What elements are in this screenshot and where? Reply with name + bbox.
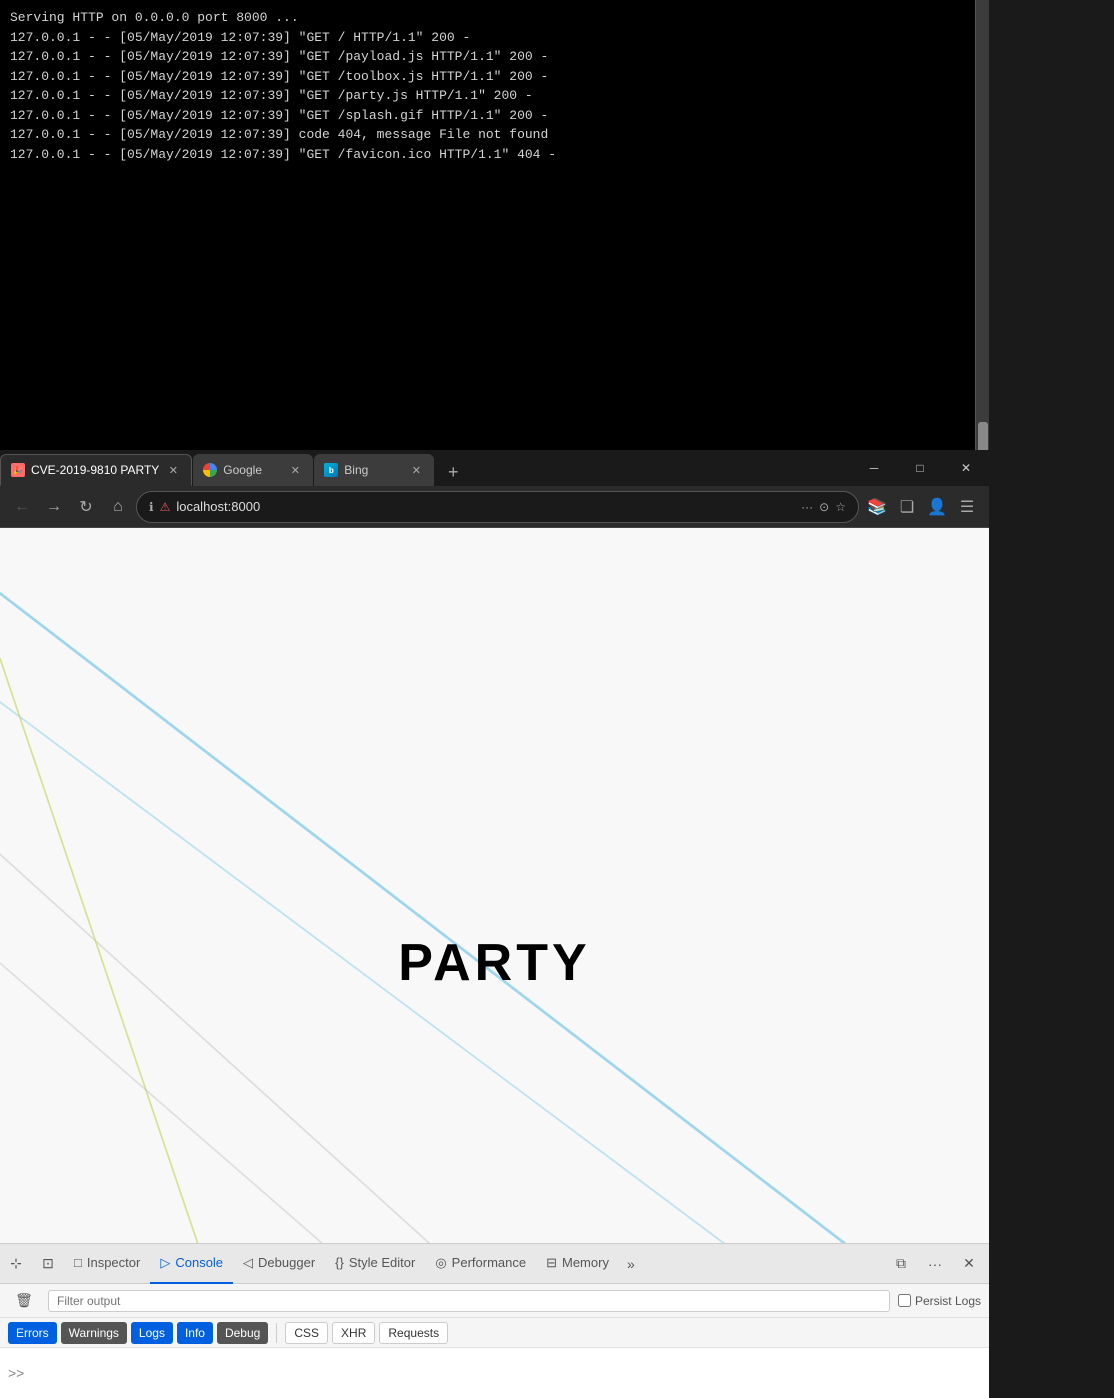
devtools-tab-inspector[interactable]: □ Inspector xyxy=(64,1244,150,1284)
filter-separator xyxy=(276,1323,277,1343)
maximize-button[interactable]: □ xyxy=(897,450,943,486)
tab-close[interactable]: ✕ xyxy=(408,462,424,478)
filter-btn-debug[interactable]: Debug xyxy=(217,1322,268,1344)
devtools-tab-icon-console: ▷ xyxy=(160,1255,170,1271)
close-button[interactable]: ✕ xyxy=(943,450,989,486)
devtools-tab-icon-memory: ⊟ xyxy=(546,1255,557,1271)
bookmark-icon: ☆ xyxy=(835,500,846,514)
tab-tab-google[interactable]: Google ✕ xyxy=(193,454,313,486)
devtools-options-button[interactable]: ··· xyxy=(919,1244,951,1284)
filter-btn2-requests[interactable]: Requests xyxy=(379,1322,448,1344)
menu-button[interactable]: ☰ xyxy=(953,493,981,521)
url-text: localhost:8000 xyxy=(176,499,795,514)
minimize-button[interactable]: ─ xyxy=(851,450,897,486)
console-prompt: >> xyxy=(8,1365,24,1381)
tab-bar: 🎉 CVE-2019-9810 PARTY ✕ Google ✕ b Bing … xyxy=(0,450,989,486)
address-bar[interactable]: ℹ ⚠ localhost:8000 ··· ⊙ ☆ xyxy=(136,491,859,523)
filter-btn2-xhr[interactable]: XHR xyxy=(332,1322,375,1344)
devtools-tab-label-style-editor: Style Editor xyxy=(349,1255,415,1270)
account-button[interactable]: 👤 xyxy=(923,493,951,521)
devtools: ⊹ ⊡ □ Inspector ▷ Console ◁ Debugger {} … xyxy=(0,1243,989,1398)
tab-title: CVE-2019-9810 PARTY xyxy=(31,463,159,477)
devtools-tab-console[interactable]: ▷ Console xyxy=(150,1244,233,1284)
tab-tab-bing[interactable]: b Bing ✕ xyxy=(314,454,434,486)
home-button[interactable]: ⌂ xyxy=(104,493,132,521)
sidebar-button[interactable]: ❏ xyxy=(893,493,921,521)
tab-close[interactable]: ✕ xyxy=(165,462,181,478)
devtools-tab-memory[interactable]: ⊟ Memory xyxy=(536,1244,619,1284)
filter-btn-logs[interactable]: Logs xyxy=(131,1322,173,1344)
devtools-copy-button[interactable]: ⧉ xyxy=(885,1244,917,1284)
devtools-tab-style-editor[interactable]: {} Style Editor xyxy=(325,1244,425,1284)
favicon-bing: b xyxy=(324,463,338,477)
back-button[interactable]: ← xyxy=(8,493,36,521)
devtools-actions: ⧉ ··· ✕ xyxy=(885,1244,989,1284)
responsive-button[interactable]: ⊡ xyxy=(32,1244,64,1284)
pocket-icon: ⊙ xyxy=(819,500,829,514)
persist-logs-label[interactable]: Persist Logs xyxy=(898,1294,981,1308)
console-toolbar: 🗑 Persist Logs xyxy=(0,1284,989,1318)
devtools-more-button[interactable]: » xyxy=(619,1244,643,1284)
more-icon: ··· xyxy=(801,500,813,514)
devtools-tab-icon-debugger: ◁ xyxy=(243,1255,253,1271)
devtools-tab-icon-performance: ◎ xyxy=(435,1255,446,1271)
tab-close[interactable]: ✕ xyxy=(287,462,303,478)
devtools-tab-label-performance: Performance xyxy=(452,1255,526,1270)
console-clear-button[interactable]: 🗑 xyxy=(8,1281,40,1321)
filter-btn-info[interactable]: Info xyxy=(177,1322,213,1344)
console-filters: ErrorsWarningsLogsInfoDebug CSSXHRReques… xyxy=(0,1318,989,1348)
devtools-tab-icon-style-editor: {} xyxy=(335,1255,344,1270)
forward-button[interactable]: → xyxy=(40,493,68,521)
filter-btn2-css[interactable]: CSS xyxy=(285,1322,328,1344)
filter-btn-errors[interactable]: Errors xyxy=(8,1322,57,1344)
devtools-tab-label-console: Console xyxy=(175,1255,223,1270)
window-controls: ─ □ ✕ xyxy=(851,450,989,486)
devtools-tab-label-inspector: Inspector xyxy=(87,1255,140,1270)
tab-title: Google xyxy=(223,463,281,477)
devtools-toolbar: ⊹ ⊡ □ Inspector ▷ Console ◁ Debugger {} … xyxy=(0,1244,989,1284)
devtools-close-button[interactable]: ✕ xyxy=(953,1244,985,1284)
new-tab-button[interactable]: + xyxy=(439,458,467,486)
tab-tab-party[interactable]: 🎉 CVE-2019-9810 PARTY ✕ xyxy=(0,454,192,486)
devtools-tab-debugger[interactable]: ◁ Debugger xyxy=(233,1244,325,1284)
library-button[interactable]: 📚 xyxy=(863,493,891,521)
devtools-tab-label-debugger: Debugger xyxy=(258,1255,315,1270)
devtools-tab-icon-inspector: □ xyxy=(74,1255,82,1270)
filter-btn-warnings[interactable]: Warnings xyxy=(61,1322,127,1344)
browser-window: 🎉 CVE-2019-9810 PARTY ✕ Google ✕ b Bing … xyxy=(0,450,989,1398)
refresh-button[interactable]: ↻ xyxy=(72,493,100,521)
devtools-tab-label-memory: Memory xyxy=(562,1255,609,1270)
security-icon: ⚠ xyxy=(160,500,171,514)
favicon-party: 🎉 xyxy=(11,463,25,477)
party-title: PARTY xyxy=(398,933,590,993)
terminal-scrollbar[interactable] xyxy=(975,0,989,450)
info-icon: ℹ xyxy=(149,500,154,514)
persist-logs-checkbox[interactable] xyxy=(898,1294,911,1307)
nav-right: 📚 ❏ 👤 ☰ xyxy=(863,493,981,521)
tab-title: Bing xyxy=(344,463,402,477)
devtools-tab-performance[interactable]: ◎ Performance xyxy=(425,1244,536,1284)
picker-button[interactable]: ⊹ xyxy=(0,1244,32,1284)
console-content[interactable]: >> xyxy=(0,1348,989,1398)
favicon-google xyxy=(203,463,217,477)
nav-bar: ← → ↻ ⌂ ℹ ⚠ localhost:8000 ··· ⊙ ☆ 📚 ❏ 👤… xyxy=(0,486,989,528)
terminal: Serving HTTP on 0.0.0.0 port 8000 ...127… xyxy=(0,0,975,450)
console-filter-input[interactable] xyxy=(48,1290,890,1312)
